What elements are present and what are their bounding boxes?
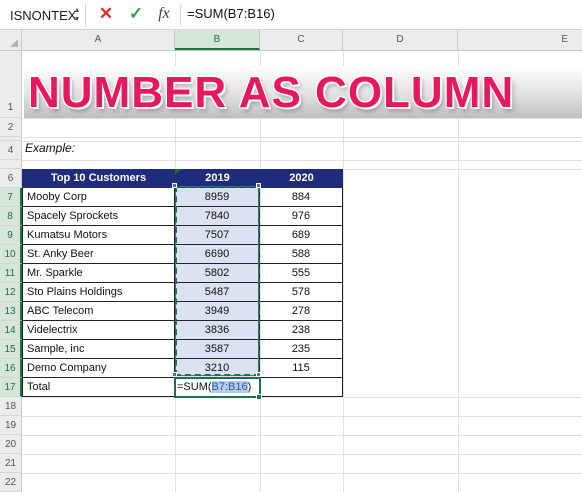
row-header-11[interactable]: 11 bbox=[0, 264, 22, 283]
column-header-d[interactable]: D bbox=[343, 30, 458, 50]
cell-total-label[interactable]: Total bbox=[22, 378, 175, 397]
row-header-15[interactable]: 15 bbox=[0, 340, 22, 359]
range-resize-handle[interactable] bbox=[172, 183, 177, 188]
cell-2019[interactable]: 6690 bbox=[175, 245, 260, 264]
row-header-20[interactable]: 20 bbox=[0, 435, 22, 454]
select-all-button[interactable] bbox=[0, 30, 22, 50]
row-header-6[interactable]: 6 bbox=[0, 169, 22, 188]
formula-range-reference: B7:B16 bbox=[211, 381, 248, 393]
row-header-10[interactable]: 10 bbox=[0, 245, 22, 264]
cell-2020[interactable]: 115 bbox=[260, 359, 343, 378]
cell-2020[interactable]: 555 bbox=[260, 264, 343, 283]
grid-line bbox=[22, 397, 582, 398]
cell-customer[interactable]: Videlectrix bbox=[22, 321, 175, 340]
select-all-triangle-icon bbox=[10, 39, 18, 47]
row-header-13[interactable]: 13 bbox=[0, 302, 22, 321]
grid-line bbox=[22, 454, 582, 455]
formula-bar-divider bbox=[180, 4, 181, 26]
row-header-4[interactable]: 4 bbox=[0, 141, 22, 160]
table-header-2020[interactable]: 2020 bbox=[260, 169, 343, 188]
fx-icon[interactable]: fx bbox=[154, 4, 174, 24]
cell-customer[interactable]: Kumatsu Motors bbox=[22, 226, 175, 245]
error-indicator-icon bbox=[175, 169, 181, 175]
row-header-18[interactable]: 18 bbox=[0, 397, 22, 416]
cell-customer[interactable]: Spacely Sprockets bbox=[22, 207, 175, 226]
table-header-customers[interactable]: Top 10 Customers bbox=[22, 169, 175, 188]
range-resize-handle[interactable] bbox=[256, 183, 261, 188]
cancel-x-icon[interactable]: ✕ bbox=[96, 4, 116, 24]
row-header-19[interactable]: 19 bbox=[0, 416, 22, 435]
title-banner: NUMBER AS COLUMN bbox=[24, 66, 582, 118]
cell-2020[interactable]: 278 bbox=[260, 302, 343, 321]
row-header-8[interactable]: 8 bbox=[0, 207, 22, 226]
grid-line bbox=[22, 435, 582, 436]
row-header-22[interactable]: 22 bbox=[0, 473, 22, 492]
cell-customer[interactable]: St. Anky Beer bbox=[22, 245, 175, 264]
cell-customer[interactable]: ABC Telecom bbox=[22, 302, 175, 321]
formula-bar: ISNONTEX ▲ ▼ ✕ ✓ fx =SUM(B7:B16) bbox=[0, 0, 582, 30]
cell-2019[interactable]: 3836 bbox=[175, 321, 260, 340]
grid-line bbox=[22, 473, 582, 474]
column-header-e[interactable]: E bbox=[458, 30, 582, 50]
column-header-row: A B C D E bbox=[0, 30, 582, 51]
row-header-17[interactable]: 17 bbox=[0, 378, 22, 397]
cell-2019[interactable]: 5487 bbox=[175, 283, 260, 302]
example-label: Example: bbox=[25, 141, 76, 155]
grid-line bbox=[22, 160, 582, 161]
cell-2020[interactable]: 588 bbox=[260, 245, 343, 264]
column-header-b[interactable]: B bbox=[175, 30, 260, 50]
row-header-9[interactable]: 9 bbox=[0, 226, 22, 245]
cell-2020[interactable]: 235 bbox=[260, 340, 343, 359]
cell-2020[interactable]: 578 bbox=[260, 283, 343, 302]
formula-prefix: =SUM( bbox=[177, 381, 212, 393]
cell-customer[interactable]: Mr. Sparkle bbox=[22, 264, 175, 283]
cell-2019[interactable]: 8959 bbox=[175, 188, 260, 207]
row-header-5[interactable] bbox=[0, 160, 22, 169]
name-box-value: ISNONTEX bbox=[10, 8, 77, 23]
row-header-16[interactable]: 16 bbox=[0, 359, 22, 378]
column-header-a[interactable]: A bbox=[22, 30, 175, 50]
grid-line bbox=[22, 141, 582, 142]
cell-2020[interactable]: 976 bbox=[260, 207, 343, 226]
cell-customer[interactable]: Sto Plains Holdings bbox=[22, 283, 175, 302]
active-cell-b17[interactable]: =SUM(B7:B16) bbox=[174, 377, 261, 398]
row-header-2[interactable]: 2 bbox=[0, 118, 22, 137]
cell-2019[interactable]: 3210 bbox=[175, 359, 260, 378]
table-header-2019[interactable]: 2019 bbox=[175, 169, 260, 188]
cell-2019[interactable]: 7840 bbox=[175, 207, 260, 226]
page-title: NUMBER AS COLUMN bbox=[28, 68, 515, 117]
cell-2019[interactable]: 7507 bbox=[175, 226, 260, 245]
column-header-c[interactable]: C bbox=[260, 30, 343, 50]
formula-suffix: ) bbox=[247, 381, 252, 393]
cell-customer[interactable]: Sample, inc bbox=[22, 340, 175, 359]
cell-total-2020[interactable] bbox=[260, 378, 343, 397]
grid-line bbox=[22, 416, 582, 417]
name-box[interactable]: ISNONTEX ▲ ▼ bbox=[2, 3, 86, 27]
row-header-14[interactable]: 14 bbox=[0, 321, 22, 340]
row-header-7[interactable]: 7 bbox=[0, 188, 22, 207]
grid-line bbox=[22, 137, 582, 138]
cell-2020[interactable]: 689 bbox=[260, 226, 343, 245]
formula-input[interactable]: =SUM(B7:B16) bbox=[187, 6, 275, 21]
cell-customer[interactable]: Demo Company bbox=[22, 359, 175, 378]
cell-2020[interactable]: 238 bbox=[260, 321, 343, 340]
cell-2020[interactable]: 884 bbox=[260, 188, 343, 207]
row-header-21[interactable]: 21 bbox=[0, 454, 22, 473]
grid-line bbox=[22, 118, 582, 119]
row-header-1[interactable]: 1 bbox=[0, 51, 22, 118]
row-header-12[interactable]: 12 bbox=[0, 283, 22, 302]
cell-2019[interactable]: 3949 bbox=[175, 302, 260, 321]
cell-2019[interactable]: 3587 bbox=[175, 340, 260, 359]
fill-handle[interactable] bbox=[256, 394, 262, 400]
enter-check-icon[interactable]: ✓ bbox=[126, 4, 146, 24]
cell-2019[interactable]: 5802 bbox=[175, 264, 260, 283]
cell-customer[interactable]: Mooby Corp bbox=[22, 188, 175, 207]
name-box-dropdown-icon[interactable]: ▲ ▼ bbox=[72, 6, 82, 24]
